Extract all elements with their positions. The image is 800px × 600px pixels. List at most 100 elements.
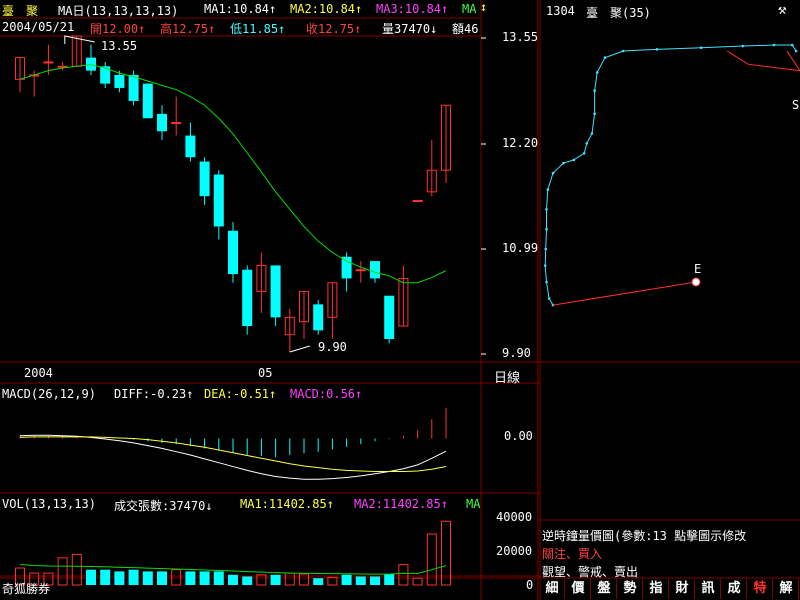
candle-body (142, 83, 153, 119)
x-label-2004: 2004 (24, 366, 53, 380)
macd-tick: 0.00 (504, 429, 533, 443)
volume-bar (185, 571, 196, 585)
tab-2[interactable]: 盤 (592, 579, 617, 599)
tab-5[interactable]: 財 (670, 579, 695, 599)
tab-1[interactable]: 價 (566, 579, 591, 599)
rp-point (545, 208, 548, 211)
rp-point (582, 152, 586, 155)
vol-ma2: MA2:11402.85↑ (354, 497, 448, 511)
candle-body (114, 74, 125, 88)
rp-point (545, 280, 548, 284)
candle-body (341, 256, 352, 279)
low-marker: 9.90 (318, 340, 347, 354)
x-label-05: 05 (258, 366, 273, 380)
rp-point (543, 264, 547, 267)
volume-bar (426, 533, 437, 586)
rp-link-watch[interactable]: 觀望、警戒、賣出 (542, 563, 638, 580)
candle-body (355, 269, 366, 272)
vol-tick: 0 (526, 578, 534, 592)
rp-point (794, 49, 798, 53)
macd-label: MACD(26,12,9) (2, 387, 96, 401)
candle-body (412, 199, 423, 202)
candle-body (242, 269, 253, 327)
tab-6[interactable]: 訊 (696, 579, 721, 599)
low-marker-line (289, 345, 310, 353)
rp-curve (544, 44, 797, 306)
candle-body (43, 61, 54, 64)
volume-bar (441, 520, 451, 586)
rp-start-line (726, 50, 800, 72)
rp-point (544, 247, 548, 251)
rp-point (699, 46, 703, 49)
tab-7[interactable]: 成 (722, 579, 747, 599)
rp-point (585, 142, 589, 145)
vol-ma-line (19, 564, 447, 575)
volume-bar (341, 574, 352, 585)
rp-point (790, 43, 794, 47)
tab-3[interactable]: 勢 (618, 579, 643, 599)
macd-value: MACD:0.56↑ (290, 387, 363, 401)
rp-link-buy[interactable]: 關注、買入 (542, 545, 602, 562)
macd-diff: DIFF:-0.23↑ (114, 387, 194, 401)
volume-bar (213, 571, 224, 585)
vol-ma3: MA (466, 497, 480, 511)
rp-point (593, 112, 596, 115)
price-tick: 12.20 (502, 136, 539, 150)
rp-point (593, 89, 596, 92)
candle-body (228, 230, 238, 275)
volume-bar (142, 571, 153, 585)
candle-body (370, 261, 380, 279)
high-marker: 13.55 (101, 39, 138, 53)
price-tick: 10.99 (502, 241, 539, 255)
period-label[interactable]: 日線 (494, 367, 520, 386)
watermark: 奇狐勝券 (2, 582, 51, 596)
rp-point (621, 49, 625, 53)
volume-bar (270, 574, 281, 585)
rp-point (562, 161, 565, 165)
vol-tick: 20000 (496, 544, 533, 558)
rp-end-label: E (694, 262, 702, 276)
rp-point (590, 132, 594, 135)
rp-point (546, 188, 550, 191)
volume-bar (128, 569, 139, 585)
tab-8[interactable]: 特 (748, 579, 773, 599)
tab-0[interactable]: 細 (540, 579, 565, 599)
volume-bar (100, 569, 111, 585)
rp-end-line (552, 281, 697, 306)
candle-body (270, 265, 281, 318)
volume-bar (242, 576, 253, 585)
candle-body (384, 295, 395, 340)
volume-bar (355, 576, 366, 585)
volume-bar (171, 569, 182, 586)
volume-bar (86, 569, 96, 585)
rp-point (772, 43, 776, 47)
volume-bar (313, 578, 324, 585)
rp-point (547, 297, 551, 300)
rp-title: 逆時鐘量價圖(參數:13 點擊圖示修改 (542, 529, 747, 543)
rp-point (545, 227, 548, 231)
tab-9[interactable]: 解 (774, 579, 799, 599)
volume-bar (384, 573, 395, 585)
candle-body (185, 135, 196, 158)
candle-body (171, 122, 182, 125)
price-tick: 9.90 (502, 346, 531, 360)
vol-label: VOL(13,13,13) (2, 497, 96, 511)
vol-ma1: MA1:11402.85↑ (240, 497, 334, 511)
volume-bar (71, 553, 82, 586)
volume-bar (199, 571, 210, 585)
rp-point (595, 71, 599, 74)
volume-bar (284, 572, 295, 586)
tab-4[interactable]: 指 (644, 579, 669, 599)
volume-bar (412, 577, 423, 586)
volume-bar (398, 564, 409, 586)
rp-point (603, 56, 607, 59)
vol-total: 成交張數:37470↓ (114, 499, 213, 513)
vol-tick: 40000 (496, 510, 533, 524)
volume-bar (57, 557, 68, 586)
candle-body (128, 74, 139, 101)
rp-point (572, 158, 576, 162)
candle-body (157, 113, 167, 132)
high-marker-line (64, 35, 95, 44)
macd-dea: DEA:-0.51↑ (204, 387, 277, 401)
rp-point (551, 171, 555, 175)
